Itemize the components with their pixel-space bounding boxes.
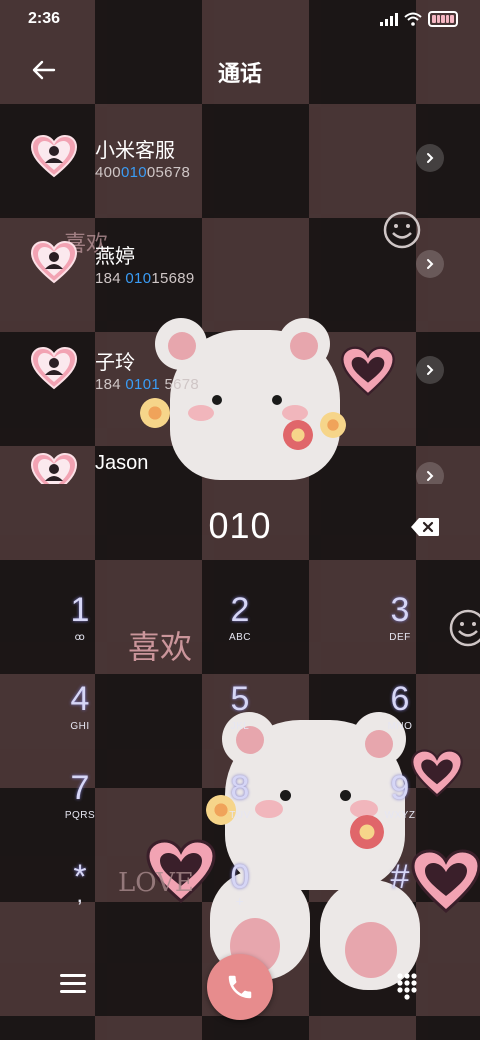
dialed-number: 010	[208, 505, 272, 546]
key-5[interactable]: 5 JKL	[185, 679, 295, 759]
key-2[interactable]: 2 ABC	[185, 590, 295, 670]
key-6[interactable]: 6 MNO	[345, 679, 455, 759]
key-3[interactable]: 3 DEF	[345, 590, 455, 670]
dial-keypad: 1ꝏ 2 ABC 3 DEF 4 GHI 5 JKL 6 MNO 7 PQRS 8 TUV 9…	[0, 590, 480, 950]
dialer-bottom-bar	[0, 950, 480, 1030]
key-star[interactable]: *,	[25, 857, 135, 937]
status-bar: 2:36	[0, 0, 480, 40]
backspace-icon[interactable]	[410, 517, 440, 537]
key-0[interactable]: 0 +	[185, 857, 295, 937]
app-header: 通话	[0, 48, 480, 94]
call-button[interactable]	[207, 954, 273, 1020]
contact-item[interactable]: 燕婷 184 01015689	[0, 232, 480, 302]
contact-item[interactable]: 小米客服 40001005678	[0, 126, 480, 196]
status-icons	[380, 11, 458, 27]
wifi-icon	[404, 12, 422, 26]
contact-avatar-icon	[30, 240, 78, 284]
contact-search-results: 小米客服 40001005678 燕婷 184 01015689 子玲 184 …	[0, 126, 480, 484]
contact-avatar-icon	[30, 452, 78, 484]
battery-icon	[428, 11, 458, 27]
key-1[interactable]: 1ꝏ	[25, 590, 135, 670]
key-9[interactable]: 9 WXYZ	[345, 768, 455, 848]
status-time: 2:36	[28, 10, 61, 27]
phone-icon	[228, 975, 252, 999]
key-4[interactable]: 4 GHI	[25, 679, 135, 759]
contact-number: 184 0101 5678	[95, 376, 200, 393]
contact-avatar-icon	[30, 346, 78, 390]
key-7[interactable]: 7 PQRS	[25, 768, 135, 848]
contact-number: 184 01015689	[95, 270, 195, 287]
contact-number: 40001005678	[95, 164, 191, 181]
signal-icon	[380, 12, 398, 26]
contact-detail-chevron-icon[interactable]	[416, 356, 444, 384]
contact-avatar-icon	[30, 134, 78, 178]
page-title: 通话	[217, 61, 262, 86]
contact-detail-chevron-icon[interactable]	[416, 144, 444, 172]
dial-display: 010	[0, 505, 480, 555]
dialpad-icon[interactable]	[396, 972, 418, 1000]
contact-name: Jason	[95, 452, 149, 474]
contact-name: 燕婷	[95, 246, 135, 268]
menu-icon[interactable]	[60, 974, 86, 998]
contact-name: 子玲	[95, 352, 135, 374]
contact-name: 小米客服	[95, 140, 175, 162]
voicemail-icon: ꝏ	[74, 632, 86, 643]
contact-detail-chevron-icon[interactable]	[416, 462, 444, 484]
contact-item[interactable]: 子玲 184 0101 5678	[0, 338, 480, 408]
key-hash[interactable]: #	[345, 857, 455, 937]
contact-detail-chevron-icon[interactable]	[416, 250, 444, 278]
contact-item[interactable]: Jason	[0, 444, 480, 484]
key-8[interactable]: 8 TUV	[185, 768, 295, 848]
